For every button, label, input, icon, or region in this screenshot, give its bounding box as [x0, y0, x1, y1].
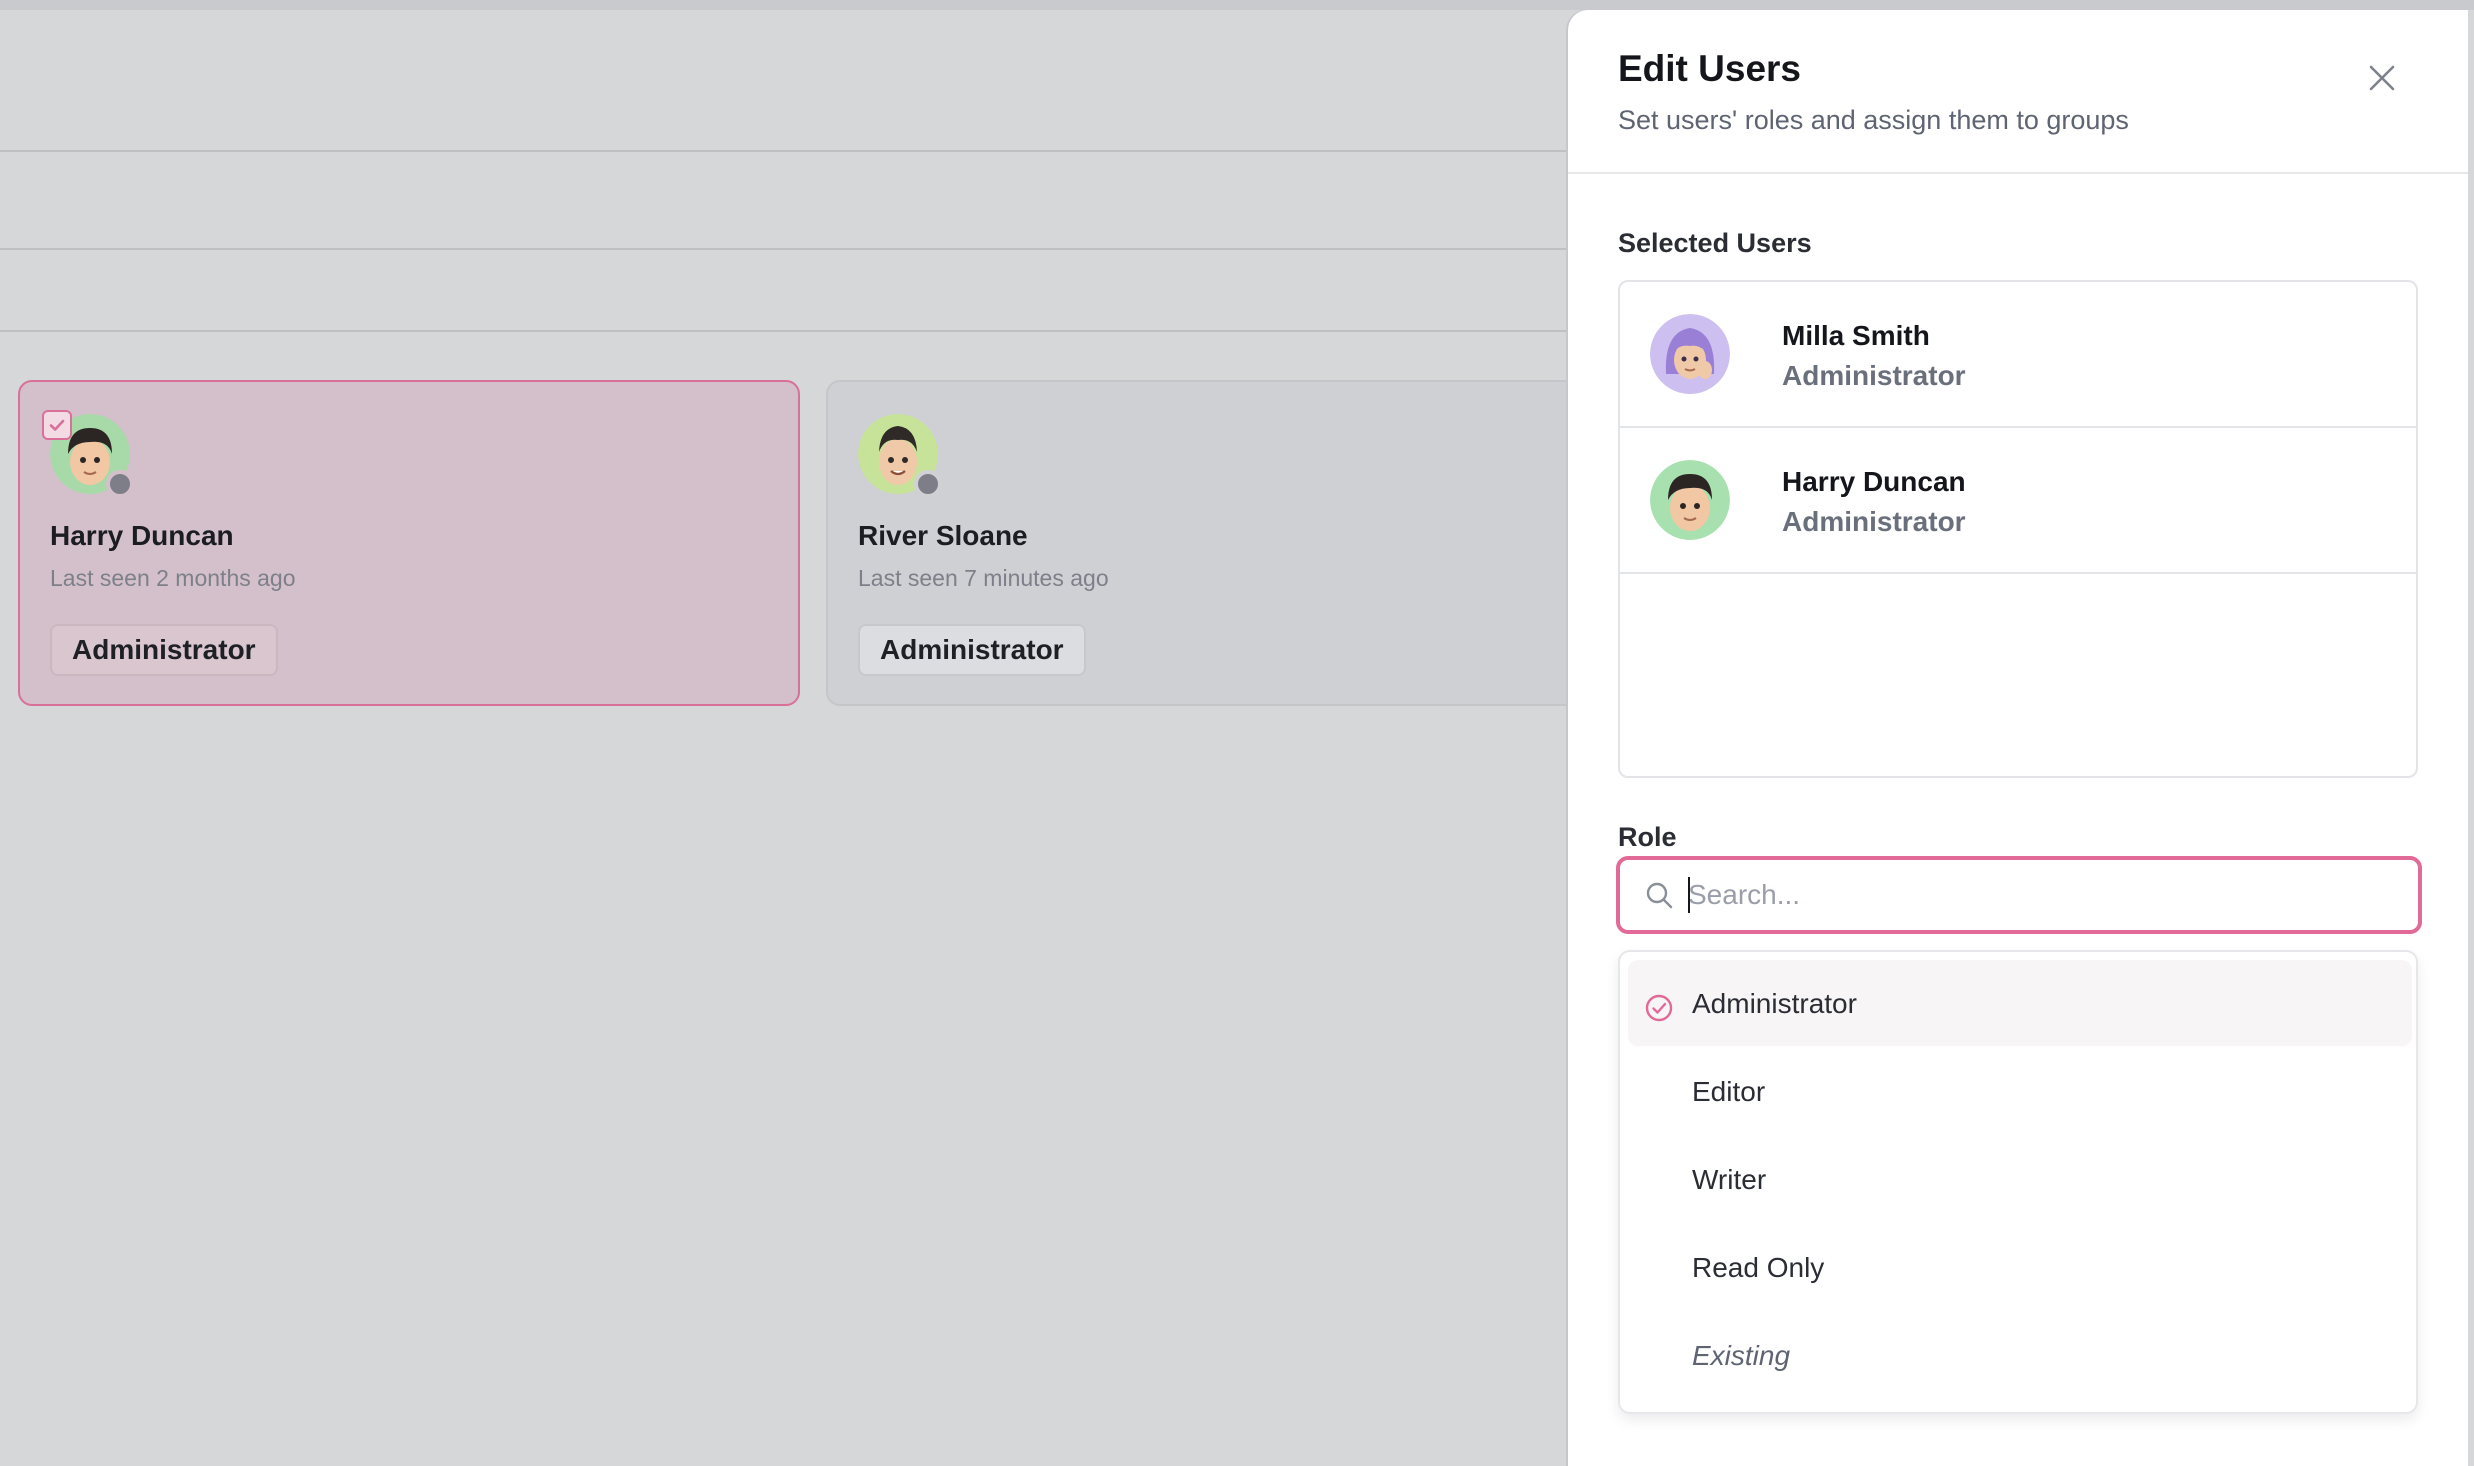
role-option-label: Editor [1692, 1076, 1766, 1107]
selected-user-name: Harry Duncan [1782, 466, 1966, 497]
top-strip [0, 0, 2474, 10]
drawer-title: Edit Users [1618, 48, 1802, 89]
role-search-input[interactable] [1688, 870, 2388, 920]
user-card-river-sloane[interactable]: River Sloane Last seen 7 minutes ago Adm… [826, 380, 1608, 706]
role-option-label: Writer [1692, 1164, 1767, 1195]
avatar [1650, 314, 1730, 394]
divider [0, 330, 1570, 332]
selected-user-name: Milla Smith [1782, 320, 1930, 351]
selected-users-label: Selected Users [1618, 228, 1812, 258]
list-item: Milla Smith Administrator [1620, 282, 2416, 428]
user-card-harry-duncan[interactable]: Harry Duncan Last seen 2 months ago Admi… [18, 380, 800, 706]
role-option-writer[interactable]: Writer [1628, 1136, 2412, 1222]
role-option-read-only[interactable]: Read Only [1628, 1224, 2412, 1310]
role-option-administrator[interactable]: Administrator [1628, 960, 2412, 1046]
role-option-editor[interactable]: Editor [1628, 1048, 2412, 1134]
role-option-label: Administrator [1692, 988, 1857, 1019]
search-icon [1644, 880, 1674, 910]
role-option-label: Existing [1692, 1340, 1791, 1371]
selected-users-list: Milla Smith Administrator Harry Duncan A… [1618, 280, 2418, 778]
role-search-box[interactable] [1616, 856, 2422, 934]
role-badge: Administrator [50, 624, 278, 676]
selected-user-role: Administrator [1782, 506, 1966, 537]
user-name: River Sloane [858, 520, 1028, 551]
selected-user-role: Administrator [1782, 360, 1966, 391]
drawer-header: Edit Users Set users' roles and assign t… [1568, 10, 2468, 174]
last-seen: Last seen 2 months ago [50, 565, 296, 591]
status-dot [106, 470, 134, 498]
last-seen: Last seen 7 minutes ago [858, 565, 1109, 591]
divider [0, 150, 1570, 152]
card-checkbox[interactable] [42, 410, 72, 440]
role-badge: Administrator [858, 624, 1086, 676]
drawer-subtitle: Set users' roles and assign them to grou… [1618, 105, 2129, 135]
app-root: Harry Duncan Last seen 2 months ago Admi… [0, 0, 2474, 1466]
edit-users-drawer: Edit Users Set users' roles and assign t… [1568, 10, 2468, 1466]
role-label: Role [1618, 822, 1677, 852]
list-item: Harry Duncan Administrator [1620, 428, 2416, 574]
divider [0, 248, 1570, 250]
status-dot [914, 470, 942, 498]
text-caret [1688, 877, 1690, 913]
user-name: Harry Duncan [50, 520, 234, 551]
avatar [1650, 460, 1730, 540]
role-option-label: Read Only [1692, 1252, 1825, 1283]
check-icon [49, 419, 65, 431]
check-circle-icon [1644, 993, 1674, 1023]
role-option-existing[interactable]: Existing [1628, 1312, 2412, 1398]
role-options-menu: Administrator Editor Writer Read Only Ex… [1618, 950, 2418, 1414]
close-icon [2369, 65, 2395, 91]
close-button[interactable] [2354, 50, 2410, 106]
